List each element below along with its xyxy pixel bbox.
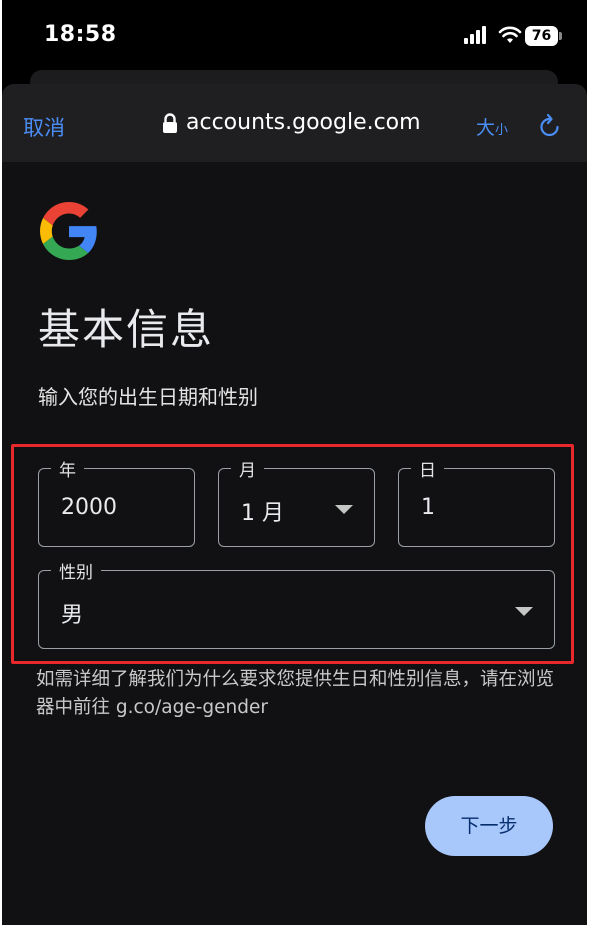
page-subtitle: 输入您的出生日期和性别 — [38, 385, 258, 409]
cancel-button[interactable]: 取消 — [23, 112, 65, 142]
help-text: 如需详细了解我们为什么要求您提供生日和性别信息，请在浏览器中前往 g.co/ag… — [36, 669, 555, 718]
phone-screen: 18:58 76 取消 accounts.google.com 大小 基本信息 … — [2, 0, 587, 925]
highlight-box — [11, 444, 574, 664]
page-title: 基本信息 — [38, 305, 215, 354]
status-time: 18:58 — [44, 22, 117, 47]
text-size-big: 大 — [476, 117, 496, 139]
google-logo-icon — [40, 202, 97, 260]
page-content: 基本信息 输入您的出生日期和性别 年 2000 月 1 月 日 1 性别 男 如… — [2, 162, 587, 925]
text-size-small: 小 — [495, 123, 509, 138]
url-text: accounts.google.com — [186, 110, 421, 135]
address-bar[interactable]: accounts.google.com — [162, 110, 421, 135]
next-button[interactable]: 下一步 — [425, 796, 553, 856]
browser-toolbar: 取消 accounts.google.com 大小 — [2, 84, 587, 162]
reload-icon[interactable] — [538, 112, 562, 138]
signal-icon — [464, 26, 486, 44]
battery-indicator: 76 — [525, 26, 558, 46]
status-bar: 18:58 76 — [2, 0, 587, 70]
lock-icon — [163, 112, 177, 133]
text-size-button[interactable]: 大小 — [476, 113, 508, 140]
battery-tip — [559, 32, 562, 40]
wifi-icon — [498, 26, 522, 43]
